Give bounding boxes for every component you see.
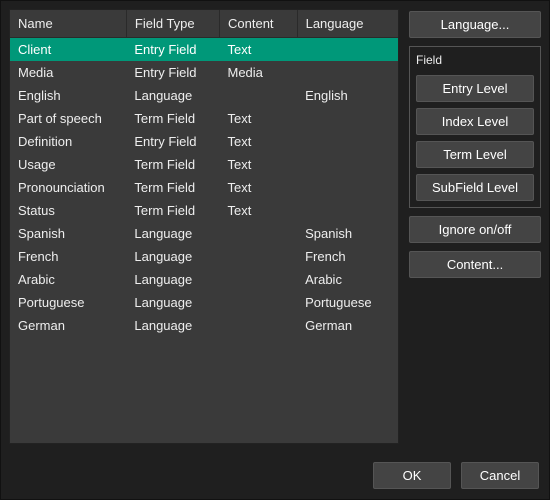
index-level-button[interactable]: Index Level [416,108,534,135]
cell-content: Text [220,153,298,176]
table-row[interactable]: MediaEntry FieldMedia [10,61,398,84]
cell-name: Client [10,38,126,62]
cell-name: Arabic [10,268,126,291]
cell-content: Text [220,107,298,130]
cell-language: Portuguese [297,291,398,314]
main-area: Name Field Type Content Language ClientE… [1,1,549,452]
cell-content [220,84,298,107]
cell-name: Usage [10,153,126,176]
cell-fieldType: Term Field [126,107,219,130]
subfield-level-button[interactable]: SubField Level [416,174,534,201]
table-header-row: Name Field Type Content Language [10,10,398,38]
cell-content: Text [220,199,298,222]
cell-content: Text [220,176,298,199]
cell-language [297,107,398,130]
cell-fieldType: Language [126,314,219,337]
ignore-toggle-button[interactable]: Ignore on/off [409,216,541,243]
table-row[interactable]: ClientEntry FieldText [10,38,398,62]
cell-language: English [297,84,398,107]
cell-name: Portuguese [10,291,126,314]
cell-content [220,245,298,268]
cell-name: Pronounciation [10,176,126,199]
fields-table-wrap: Name Field Type Content Language ClientE… [9,9,399,444]
table-row[interactable]: PronounciationTerm FieldText [10,176,398,199]
field-group-label: Field [416,53,534,67]
cell-fieldType: Entry Field [126,61,219,84]
table-row[interactable]: PortugueseLanguagePortuguese [10,291,398,314]
table-row[interactable]: DefinitionEntry FieldText [10,130,398,153]
col-header-language[interactable]: Language [297,10,398,38]
term-level-button[interactable]: Term Level [416,141,534,168]
language-button[interactable]: Language... [409,11,541,38]
cell-content: Media [220,61,298,84]
cell-content: Text [220,38,298,62]
col-header-content[interactable]: Content [220,10,298,38]
cell-name: Media [10,61,126,84]
table-row[interactable]: GermanLanguageGerman [10,314,398,337]
cell-language [297,153,398,176]
cell-language: German [297,314,398,337]
cell-language [297,38,398,62]
cell-name: German [10,314,126,337]
cell-name: Definition [10,130,126,153]
cell-language: French [297,245,398,268]
cell-name: Part of speech [10,107,126,130]
cell-fieldType: Language [126,222,219,245]
cell-content [220,268,298,291]
cell-content [220,222,298,245]
cell-name: Status [10,199,126,222]
table-row[interactable]: StatusTerm FieldText [10,199,398,222]
table-row[interactable]: FrenchLanguageFrench [10,245,398,268]
dialog-footer: OK Cancel [1,452,549,499]
cell-fieldType: Entry Field [126,38,219,62]
fields-table: Name Field Type Content Language ClientE… [10,10,398,337]
field-level-group: Field Entry Level Index Level Term Level… [409,46,541,208]
cell-fieldType: Language [126,291,219,314]
cell-content [220,314,298,337]
cell-language [297,199,398,222]
cell-fieldType: Entry Field [126,130,219,153]
table-row[interactable]: EnglishLanguageEnglish [10,84,398,107]
side-panel: Language... Field Entry Level Index Leve… [409,9,541,444]
table-row[interactable]: UsageTerm FieldText [10,153,398,176]
cell-fieldType: Language [126,84,219,107]
cell-language: Spanish [297,222,398,245]
cell-name: English [10,84,126,107]
cell-name: French [10,245,126,268]
dialog-window: Name Field Type Content Language ClientE… [0,0,550,500]
col-header-name[interactable]: Name [10,10,126,38]
cell-fieldType: Term Field [126,176,219,199]
cell-content [220,291,298,314]
cell-fieldType: Term Field [126,199,219,222]
cell-name: Spanish [10,222,126,245]
cell-language: Arabic [297,268,398,291]
table-row[interactable]: SpanishLanguageSpanish [10,222,398,245]
table-row[interactable]: Part of speechTerm FieldText [10,107,398,130]
entry-level-button[interactable]: Entry Level [416,75,534,102]
cell-fieldType: Term Field [126,153,219,176]
ok-button[interactable]: OK [373,462,451,489]
cell-fieldType: Language [126,268,219,291]
cell-language [297,130,398,153]
cell-language [297,61,398,84]
cell-content: Text [220,130,298,153]
cell-language [297,176,398,199]
table-row[interactable]: ArabicLanguageArabic [10,268,398,291]
col-header-field-type[interactable]: Field Type [126,10,219,38]
cancel-button[interactable]: Cancel [461,462,539,489]
content-button[interactable]: Content... [409,251,541,278]
cell-fieldType: Language [126,245,219,268]
